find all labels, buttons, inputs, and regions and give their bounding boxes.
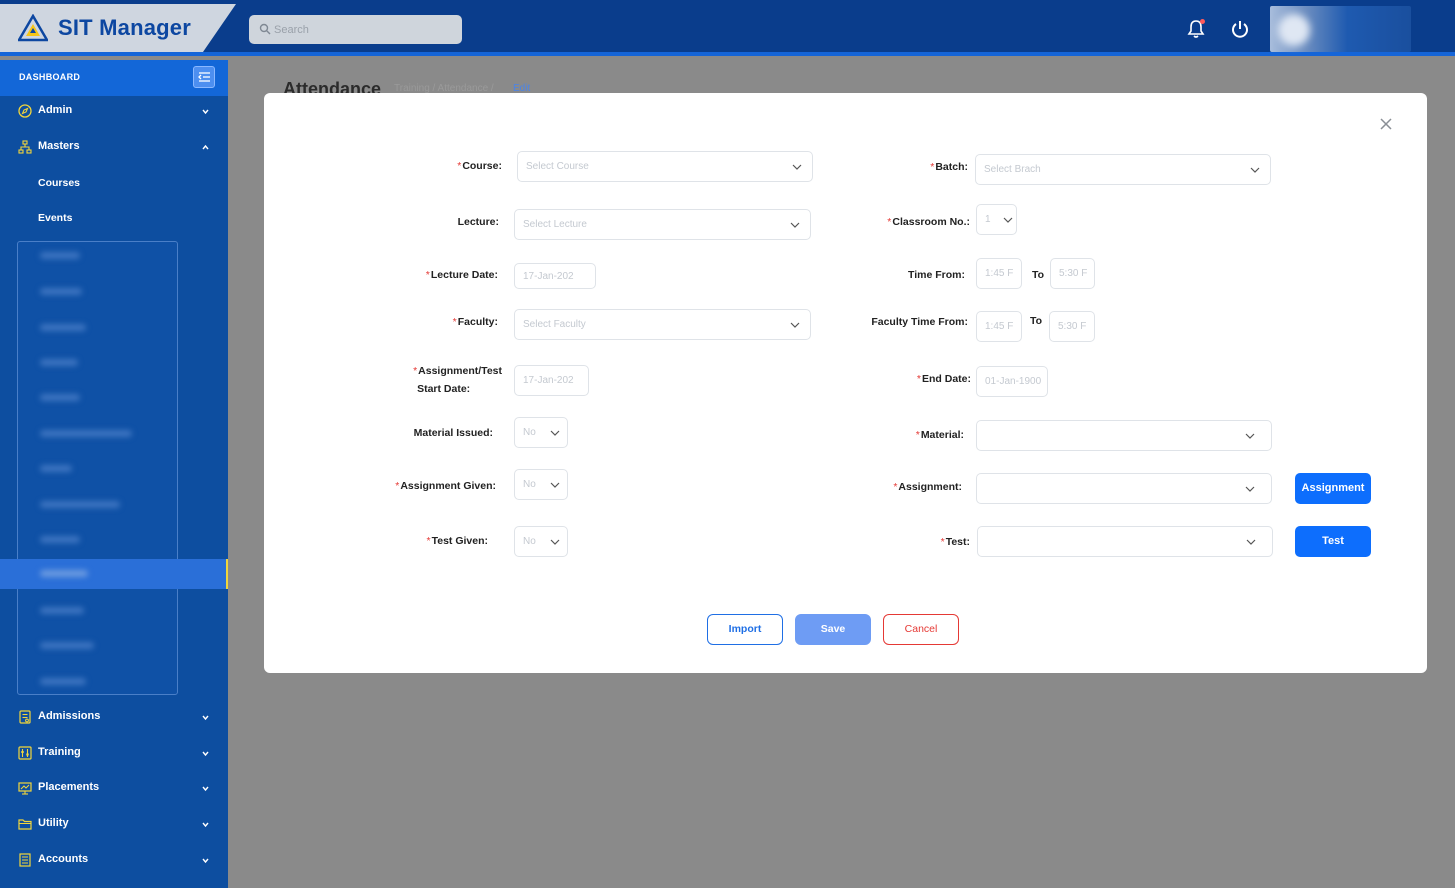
sliders-icon: [18, 746, 32, 760]
ledger-icon: [19, 853, 31, 867]
chevron-down-icon: [550, 539, 560, 545]
presentation-icon: [18, 782, 32, 795]
assignment-label: *Assignment:: [893, 481, 962, 493]
lecture-label: Lecture:: [457, 216, 499, 228]
search-placeholder: Search: [274, 24, 309, 36]
save-button[interactable]: Save: [795, 614, 871, 645]
chevron-down-icon: [202, 109, 209, 115]
chevron-down-icon: [792, 164, 802, 170]
sidebar-item-admissions[interactable]: Admissions: [0, 702, 228, 732]
material-issued-select[interactable]: No: [514, 417, 568, 448]
test-label: *Test:: [940, 536, 970, 548]
material-select[interactable]: [976, 420, 1272, 451]
sidebar-item-accounts[interactable]: Accounts: [0, 845, 228, 875]
batch-select[interactable]: Select Brach: [975, 154, 1271, 185]
close-icon[interactable]: [1379, 117, 1393, 131]
chevron-down-icon: [550, 482, 560, 488]
faculty-select[interactable]: Select Faculty: [514, 309, 811, 340]
end-date-input[interactable]: 01-Jan-1900: [976, 366, 1048, 397]
chevron-down-icon: [202, 786, 209, 792]
chevron-down-icon: [790, 222, 800, 228]
time-from-label: Time From:: [908, 269, 965, 281]
assignment-select[interactable]: [976, 473, 1272, 504]
chevron-down-icon: [202, 751, 209, 757]
chevron-down-icon: [790, 322, 800, 328]
end-date-label: *End Date:: [916, 373, 971, 385]
app-name: SIT Manager: [58, 15, 192, 40]
chevron-down-icon: [202, 715, 209, 721]
classroom-select[interactable]: 1: [976, 204, 1017, 235]
brand-area: SIT Manager: [0, 4, 236, 52]
import-button[interactable]: Import: [707, 614, 783, 645]
search-icon: [259, 23, 271, 35]
sidebar-item-admin[interactable]: Admin: [0, 96, 228, 126]
sidebar-submenu-obscured: [17, 241, 178, 695]
test-given-label: *Test Given:: [426, 535, 489, 547]
sidebar: DASHBOARD Admin Masters Courses Events A…: [0, 60, 228, 888]
time-to-input[interactable]: 5:30 F: [1050, 258, 1095, 289]
test-select[interactable]: [977, 526, 1273, 557]
form-icon: [19, 710, 31, 724]
chevron-down-icon: [1246, 539, 1256, 545]
sidebar-item-active[interactable]: [0, 559, 228, 589]
faculty-time-from-input[interactable]: 1:45 F: [976, 311, 1022, 342]
time-from-input[interactable]: 1:45 F: [976, 258, 1022, 289]
power-icon[interactable]: [1229, 18, 1251, 40]
sidebar-item-masters[interactable]: Masters: [0, 132, 228, 162]
cancel-button[interactable]: Cancel: [883, 614, 959, 645]
chevron-down-icon: [202, 822, 209, 828]
sidebar-item-utility[interactable]: Utility: [0, 809, 228, 839]
sitemap-icon: [18, 140, 32, 154]
sidebar-item-training[interactable]: Training: [0, 738, 228, 768]
sidebar-subitem-courses[interactable]: Courses: [38, 177, 80, 189]
chevron-up-icon: [202, 144, 209, 150]
faculty-time-label: Faculty Time From:: [871, 316, 968, 328]
chevron-down-icon: [1245, 433, 1255, 439]
sidebar-toggle-button[interactable]: [193, 66, 215, 88]
assignment-start-date-input[interactable]: 17-Jan-202: [514, 365, 589, 396]
course-select[interactable]: Select Course: [517, 151, 813, 182]
test-given-select[interactable]: No: [514, 526, 568, 557]
chevron-down-icon: [1003, 217, 1013, 223]
assignment-start-label: *Assignment/Test Start Date:: [413, 365, 502, 395]
menu-collapse-icon: [198, 72, 210, 82]
logo-icon: [18, 14, 48, 42]
course-label: *Course:: [457, 160, 502, 172]
notification-dot: [1200, 19, 1205, 24]
chevron-down-icon: [1250, 167, 1260, 173]
avatar: [1278, 14, 1310, 46]
classroom-label: *Classroom No.:: [887, 216, 970, 228]
chevron-down-icon: [202, 858, 209, 864]
test-button[interactable]: Test: [1295, 526, 1371, 557]
faculty-time-to-input[interactable]: 5:30 F: [1049, 311, 1095, 342]
attendance-edit-modal: *Course: Select Course *Batch: Select Br…: [264, 93, 1427, 673]
top-bar: SIT Manager Search: [0, 0, 1455, 56]
material-label: *Material:: [915, 429, 964, 441]
sidebar-item-dashboard[interactable]: DASHBOARD: [0, 60, 228, 96]
material-issued-label: Material Issued:: [413, 427, 493, 439]
lecture-date-input[interactable]: 17-Jan-202: [514, 263, 596, 289]
chevron-down-icon: [550, 430, 560, 436]
batch-label: *Batch:: [930, 161, 968, 173]
compass-icon: [18, 104, 32, 118]
time-to-label: To: [1032, 269, 1045, 281]
faculty-time-to-label: To: [1030, 315, 1043, 327]
sidebar-item-placements[interactable]: Placements: [0, 773, 228, 803]
lecture-select[interactable]: Select Lecture: [514, 209, 811, 240]
assignment-given-label: *Assignment Given:: [395, 480, 496, 492]
faculty-label: *Faculty:: [452, 316, 498, 328]
folder-icon: [18, 819, 32, 830]
assignment-button[interactable]: Assignment: [1295, 473, 1371, 504]
sidebar-subitem-events[interactable]: Events: [38, 212, 72, 224]
chevron-down-icon: [1245, 486, 1255, 492]
lecture-date-label: *Lecture Date:: [425, 269, 498, 281]
assignment-given-select[interactable]: No: [514, 469, 568, 500]
